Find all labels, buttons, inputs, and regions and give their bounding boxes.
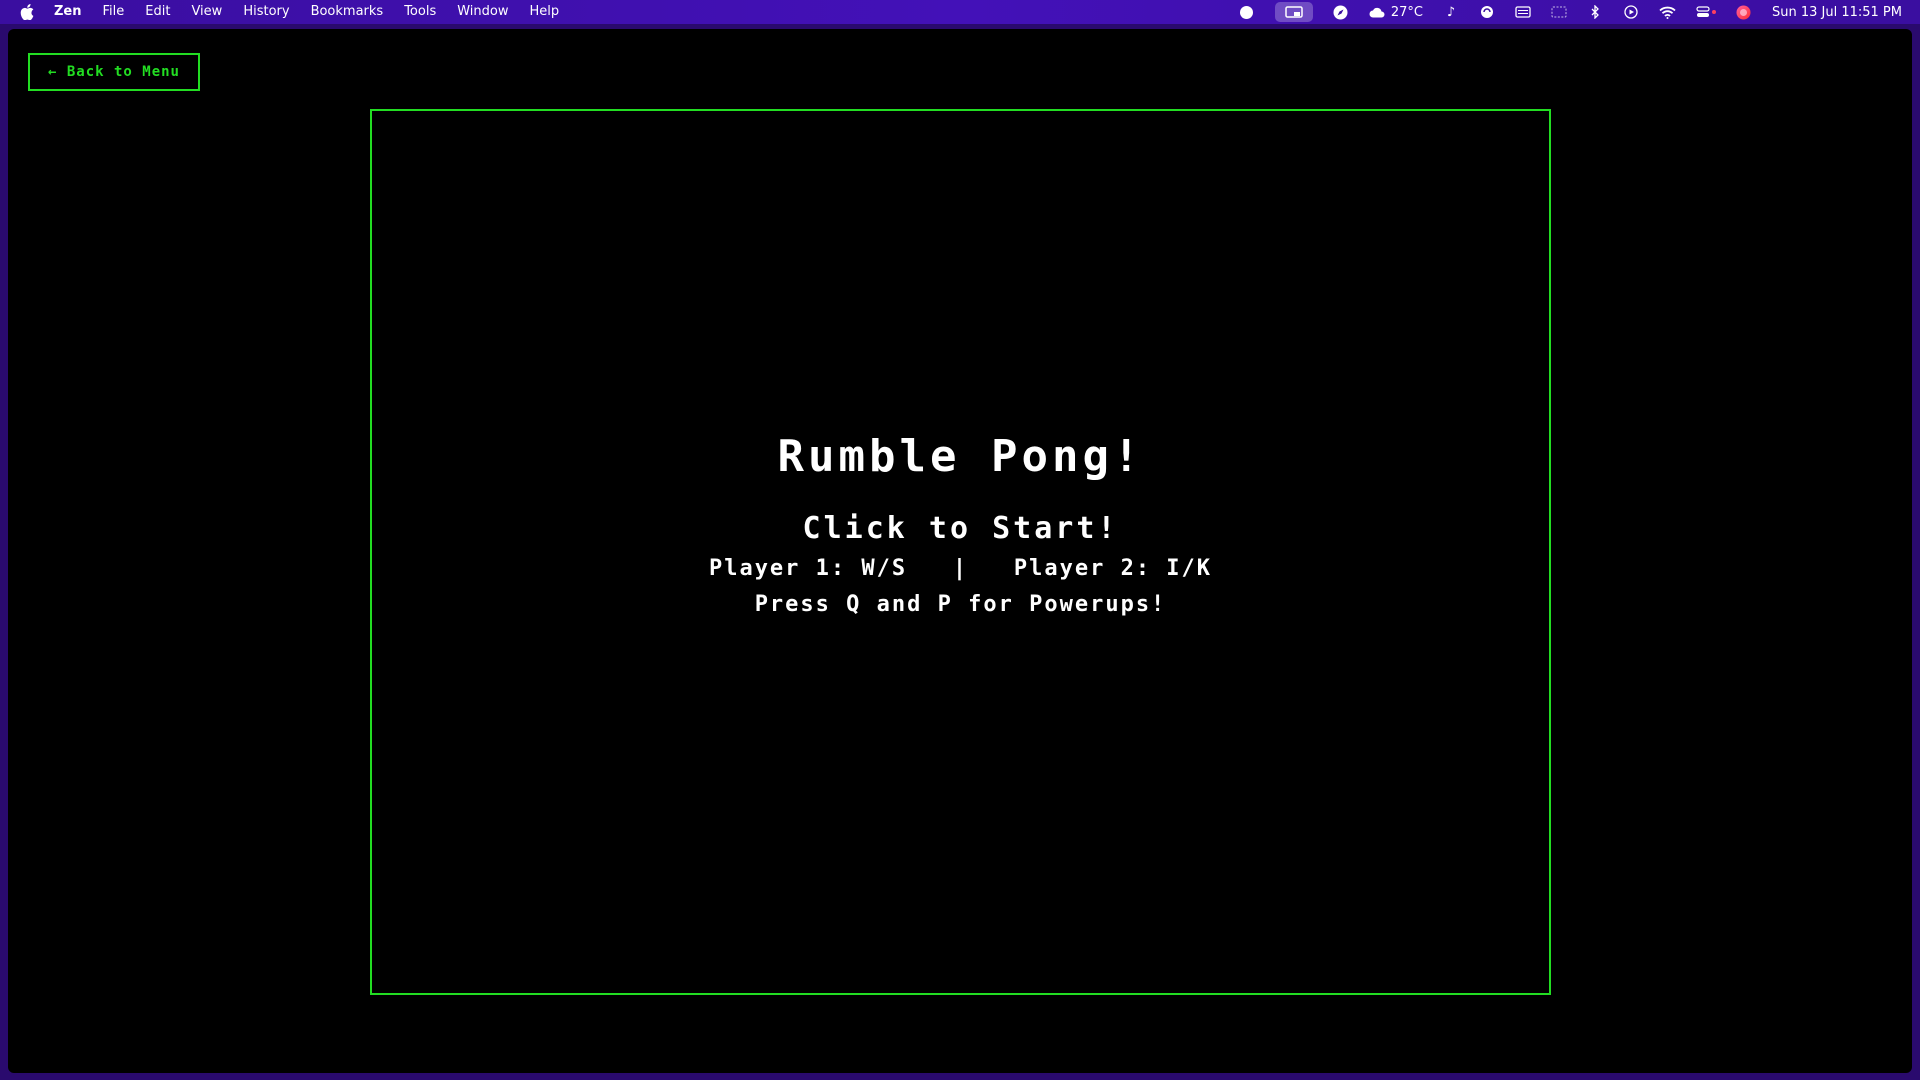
- apple-icon[interactable]: [20, 4, 34, 20]
- menu-history[interactable]: History: [243, 0, 289, 24]
- menu-app-name[interactable]: Zen: [54, 0, 82, 24]
- menu-bookmarks[interactable]: Bookmarks: [311, 0, 384, 24]
- menu-clock[interactable]: Sun 13 Jul 11:51 PM: [1772, 5, 1902, 20]
- record-icon[interactable]: [1239, 2, 1255, 22]
- weather-cloud-icon[interactable]: 27°C: [1369, 2, 1423, 22]
- powerup-instructions: Press Q and P for Powerups!: [754, 592, 1167, 617]
- sync-icon[interactable]: [1479, 2, 1495, 22]
- back-to-menu-button[interactable]: ← Back to Menu: [28, 53, 200, 91]
- play-circle-icon[interactable]: [1623, 2, 1639, 22]
- controls-instructions: Player 1: W/S | Player 2: I/K: [708, 556, 1213, 581]
- game-canvas[interactable]: Rumble Pong! Click to Start! Player 1: W…: [370, 109, 1551, 995]
- menu-window[interactable]: Window: [457, 0, 508, 24]
- start-prompt: Click to Start!: [802, 511, 1119, 546]
- screen-share-icon[interactable]: [1274, 2, 1313, 22]
- music-note-icon[interactable]: ♪: [1443, 2, 1459, 22]
- display-icon[interactable]: [1551, 2, 1567, 22]
- siri-icon[interactable]: [1736, 2, 1752, 22]
- browser-viewport: ← Back to Menu Rumble Pong! Click to Sta…: [8, 29, 1912, 1073]
- menu-tools[interactable]: Tools: [404, 0, 436, 24]
- menu-edit[interactable]: Edit: [145, 0, 170, 24]
- keyboard-icon[interactable]: [1515, 2, 1531, 22]
- menu-file[interactable]: File: [103, 0, 125, 24]
- menu-bar-status: 27°C ♪ Sun 13 Jul 11:51 PM: [1219, 0, 1920, 24]
- wifi-icon[interactable]: [1659, 2, 1676, 22]
- compass-icon[interactable]: [1333, 2, 1349, 22]
- control-center-icon[interactable]: [1696, 2, 1716, 22]
- weather-temp: 27°C: [1390, 4, 1423, 20]
- game-title: Rumble Pong!: [777, 431, 1144, 482]
- menu-help[interactable]: Help: [530, 0, 560, 24]
- menu-view[interactable]: View: [191, 0, 222, 24]
- menu-bar-left: Zen File Edit View History Bookmarks Too…: [0, 0, 580, 24]
- menu-bar: Zen File Edit View History Bookmarks Too…: [0, 0, 1920, 24]
- bluetooth-icon[interactable]: [1587, 2, 1603, 22]
